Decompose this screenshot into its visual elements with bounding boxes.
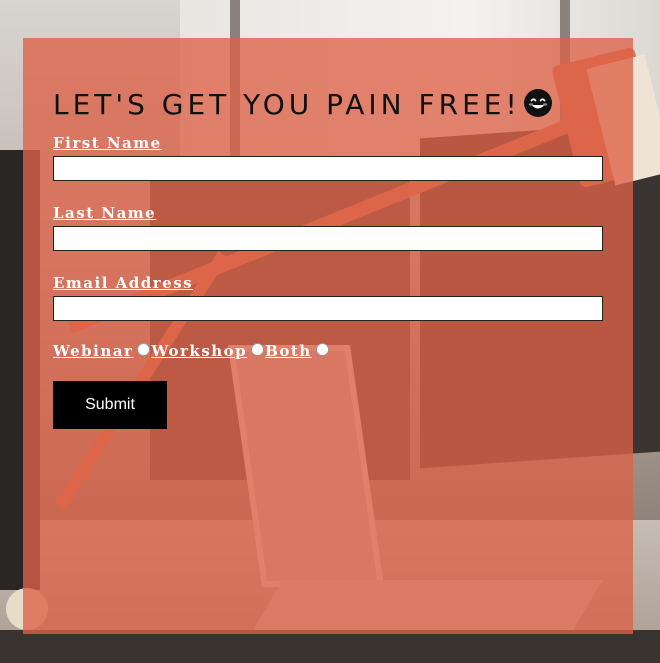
smiling-face-icon bbox=[523, 89, 552, 117]
first-name-input[interactable] bbox=[53, 156, 603, 181]
both-radio[interactable] bbox=[315, 342, 329, 356]
email-address-label: Email Address bbox=[53, 274, 194, 292]
last-name-label: Last Name bbox=[53, 204, 157, 222]
first-name-label: First Name bbox=[53, 134, 162, 152]
form-title: LET'S GET YOU PAIN FREE! bbox=[53, 88, 553, 121]
page: LET'S GET YOU PAIN FREE! First Name Last… bbox=[0, 0, 660, 663]
workshop-radio[interactable] bbox=[251, 342, 265, 356]
both-label: Both bbox=[265, 342, 312, 360]
event-type-options: Webinar Workshop Both bbox=[53, 342, 330, 360]
last-name-input[interactable] bbox=[53, 226, 603, 251]
webinar-radio[interactable] bbox=[137, 342, 151, 356]
workshop-label: Workshop bbox=[151, 342, 248, 360]
email-address-input[interactable] bbox=[53, 296, 603, 321]
signup-form-panel: LET'S GET YOU PAIN FREE! First Name Last… bbox=[23, 38, 633, 634]
submit-button[interactable]: Submit bbox=[53, 381, 167, 429]
background-floor bbox=[0, 630, 660, 663]
webinar-label: Webinar bbox=[53, 342, 134, 360]
form-title-text: LET'S GET YOU PAIN FREE! bbox=[53, 88, 521, 121]
